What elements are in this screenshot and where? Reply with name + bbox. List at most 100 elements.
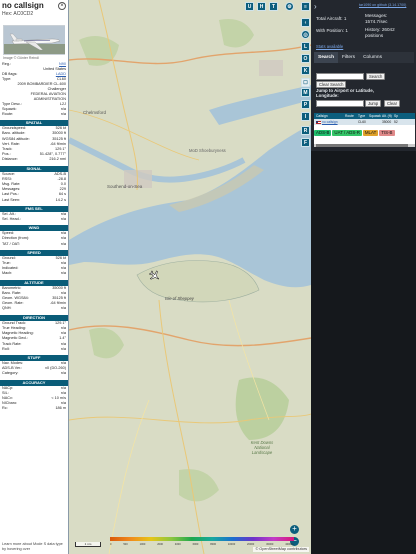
settings-icon[interactable]: ◎ (301, 30, 310, 39)
direction-list: Ground Track: 129.1° True Heading: n/a Magne… (0, 321, 68, 352)
fms-value: n/a (60, 217, 66, 222)
scale-bar: 1 nm (75, 542, 101, 547)
table-row[interactable]: no callsign CL60 35000 52 (314, 119, 415, 125)
source-tag: MLAT (362, 130, 379, 136)
toggle-checkbox-icon[interactable]: ☐ (301, 78, 310, 87)
toggle-button-p[interactable]: P (301, 100, 310, 109)
history: History: 26042 positions (365, 27, 413, 39)
row-squawk (369, 119, 382, 125)
speed-list: Ground: 526 kt True: n/a Indicated: n/a Mach: n… (0, 256, 68, 277)
direction-value: n/a (60, 346, 66, 351)
tab-filters[interactable]: Filters (338, 52, 359, 63)
aircraft-model: 2009 BOMBARDIER CL-600 Challenger (17, 82, 66, 92)
panel-empty-area (311, 151, 416, 554)
altitude-label: QNH: (2, 306, 12, 311)
toggle-button-i[interactable]: I (301, 112, 310, 121)
label-kent-downs: Kent Downs National Landscape (250, 440, 274, 455)
wind-list: Speed: n/a Direction (from): n/a TAT / OAT: n… (0, 231, 68, 247)
altitude-value: n/a (60, 306, 66, 311)
jump-input[interactable] (316, 100, 364, 107)
row-callsign-text: no callsign (322, 120, 338, 124)
row-callsign[interactable]: no callsign (314, 119, 345, 125)
accuracy-value: 186 m (55, 406, 66, 411)
messages-value: 1574.7/sec (365, 19, 388, 24)
altitude-legend-ticks: 0 500 1000 2000 4000 6000 8000 10000 20000 30000 4… (110, 543, 294, 546)
signal-row: Last Seen: 14.2 s (0, 198, 68, 203)
signal-list: Source: ADS-B RSSI: -28.8 Msg. Rate: 0.0 Messa… (0, 172, 68, 203)
map-button-h[interactable]: H (257, 2, 266, 11)
altitude-tick: 0 (110, 543, 112, 546)
github-link[interactable]: tar1090 on github (3.14.1700) (359, 3, 406, 7)
type-label: Type: (2, 77, 12, 82)
map-button-t[interactable]: T (269, 2, 278, 11)
altitude-tick: 8000 (210, 543, 217, 546)
stuff-list: Nav. Modes: n/a ADS-B Ver.: v0 (DO-260) Cate… (0, 361, 68, 377)
footer-note: Learn more about Mode S data type by hov… (2, 542, 63, 551)
source-tag: TIS-B (379, 130, 395, 136)
label-chelmsford: Chelmsford (83, 110, 107, 115)
label-sheppey: Isle of Sheppey (165, 296, 194, 301)
panel-tabs: Search Filters Columns (314, 52, 414, 63)
row-type: CL60 (358, 120, 366, 124)
altitude-tick: 4000 (174, 543, 181, 546)
gear-icon[interactable]: ⚙ (285, 2, 294, 11)
altitude-tick: 10000 (227, 543, 236, 546)
search-button[interactable]: Search (366, 73, 386, 80)
row-speed: 52 (394, 120, 398, 124)
speed-row: Mach: n/a (0, 271, 68, 276)
jump-button[interactable]: Jump (365, 100, 382, 107)
total-aircraft-value: 1 (343, 16, 347, 21)
messages: Messages: 1574.7/sec (365, 13, 413, 25)
clear-search-button[interactable]: Clear Search (316, 81, 347, 88)
toggle-button-f[interactable]: F (301, 138, 310, 147)
stuff-row: Category: n/a (0, 371, 68, 376)
hex-value: AC0CD2 (13, 11, 34, 17)
toggle-button-r[interactable]: R (301, 126, 310, 135)
expand-arrow-icon[interactable]: › (314, 3, 317, 11)
route-value: n/a (60, 112, 66, 116)
signal-value: 14.2 s (55, 197, 66, 202)
aircraft-photo[interactable] (3, 25, 65, 55)
toggle-button-o[interactable]: O (301, 54, 310, 63)
hex-label: Hex: (2, 11, 13, 17)
total-aircraft-label: Total Aircraft: (316, 16, 343, 21)
route-label: Route: (2, 112, 14, 116)
collapse-panel-icon[interactable]: ‹ (301, 18, 310, 27)
toggle-button-m[interactable]: M (301, 88, 310, 97)
stats-link[interactable]: Stats available (316, 44, 343, 49)
altitude-tick: 500 (123, 543, 128, 546)
source-legend: ADS-B UAT / ADS-R MLAT TIS-B (314, 130, 415, 136)
total-aircraft: Total Aircraft: 1 (316, 16, 346, 22)
zoom-in-button[interactable]: + (290, 525, 299, 534)
altitude-tick: 2000 (157, 543, 164, 546)
map-canvas[interactable]: Chelmsford Southend-on-Sea MoD Shoeburyn… (69, 0, 311, 554)
label-mod: MoD Shoeburyness (189, 148, 226, 153)
map-button-u[interactable]: U (245, 2, 254, 11)
toggle-button-k[interactable]: K (301, 66, 310, 75)
spatial-label: Distance: (2, 157, 18, 162)
jump-label: Jump to Airport or Latitude, Longitude: (316, 88, 374, 99)
toggle-button-l[interactable]: L (301, 42, 310, 51)
altitude-tick: 30000 (266, 543, 274, 546)
messages-label: Messages: (365, 13, 388, 18)
basemap (69, 0, 311, 554)
reg-label: Reg.: (2, 62, 12, 66)
with-position-label: With Position: (316, 28, 345, 33)
row-altitude: 35000 (382, 120, 392, 124)
jet-photo-drawing (4, 26, 65, 54)
clear-button[interactable]: Clear (384, 100, 401, 107)
wind-value: n/a (60, 241, 66, 246)
with-position-value: 1 (345, 28, 348, 33)
tab-columns[interactable]: Columns (359, 52, 386, 63)
row-route (345, 119, 358, 125)
with-position: With Position: 1 (316, 28, 348, 34)
altitude-tick: 6000 (192, 543, 199, 546)
layers-icon[interactable]: ≡ (301, 2, 310, 11)
route-row: Route: n/a (0, 112, 68, 117)
tab-search[interactable]: Search (314, 52, 338, 63)
search-input[interactable] (316, 73, 364, 80)
close-icon[interactable]: × (58, 2, 66, 10)
wind-label: TAT / OAT: (2, 241, 20, 246)
history-label: History: (365, 27, 381, 32)
spatial-list: Groundspeed: 526 kt Baro. altitude: 35000 f… (0, 126, 68, 162)
